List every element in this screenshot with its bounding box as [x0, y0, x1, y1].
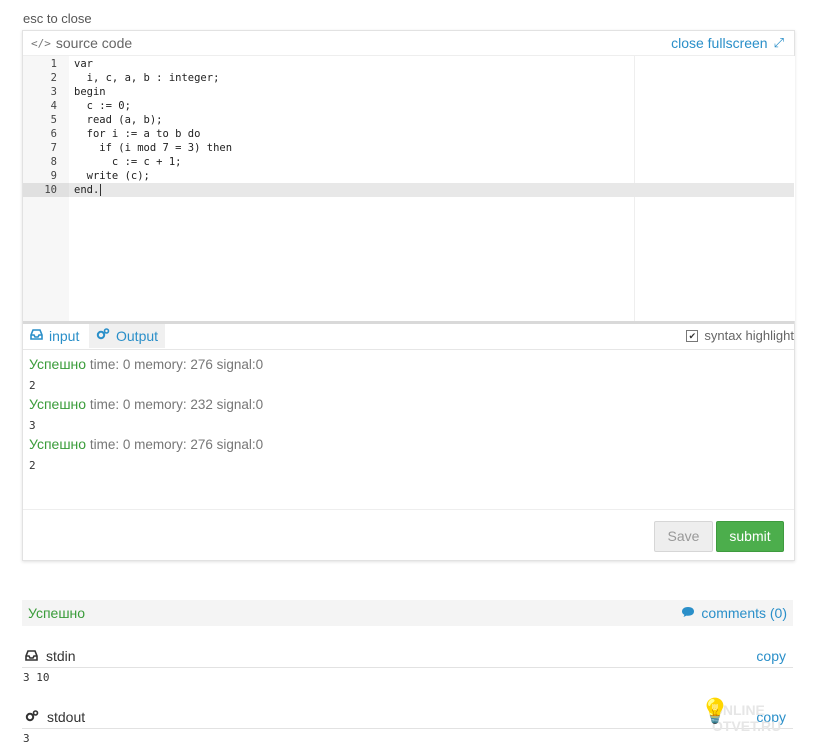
source-code-label: </> source code — [31, 35, 132, 51]
inbox-icon — [30, 324, 43, 348]
stdin-title: stdin — [25, 648, 76, 664]
code-text[interactable]: c := c + 1; — [74, 155, 182, 169]
code-text[interactable]: i, c, a, b : integer; — [74, 71, 220, 85]
source-code-text: source code — [55, 35, 133, 51]
watermark-logo: 💡 ONLINE OTVET.RU — [700, 700, 781, 735]
code-text[interactable]: if (i mod 7 = 3) then — [74, 141, 232, 155]
code-text[interactable]: c := 0; — [74, 99, 131, 113]
code-icon: </> — [31, 36, 51, 50]
line-number: 4 — [50, 100, 57, 112]
result-status: Успешно — [29, 436, 87, 452]
code-text[interactable]: var — [74, 57, 93, 71]
tab-output-label: Output — [116, 328, 159, 344]
line-number: 8 — [50, 156, 57, 168]
line-number: 7 — [50, 142, 57, 154]
result-status: Успешно — [29, 396, 87, 412]
result-meta: time: 0 memory: 276 signal:0 — [86, 437, 264, 452]
line-number: 9 — [50, 170, 57, 182]
code-line[interactable]: 8 c := c + 1; — [23, 155, 794, 169]
result-meta: time: 0 memory: 276 signal:0 — [86, 357, 264, 372]
line-number: 1 — [50, 58, 57, 70]
code-line[interactable]: 3 begin — [23, 85, 794, 99]
result-status: Успешно — [29, 356, 87, 372]
line-number: 6 — [50, 128, 57, 140]
code-line[interactable]: 4 c := 0; — [23, 99, 794, 113]
stdin-header: stdin copy — [22, 647, 793, 668]
code-text[interactable]: begin — [74, 85, 106, 99]
text-cursor — [100, 184, 102, 196]
comments-link[interactable]: comments (0) — [681, 605, 787, 621]
code-text[interactable]: read (a, b); — [74, 113, 163, 127]
code-editor[interactable]: 1 var 2 i, c, a, b : integer; 3 begin 4 c := … — [23, 56, 795, 321]
close-fullscreen-link[interactable]: close fullscreen ⤢ — [671, 35, 784, 51]
result-value: 2 — [29, 379, 36, 392]
code-line[interactable]: 5 read (a, b); — [23, 113, 794, 127]
inbox-icon — [25, 648, 38, 664]
code-line[interactable]: 9 write (c); — [23, 169, 794, 183]
gears-icon — [96, 324, 110, 348]
line-number: 2 — [50, 72, 57, 84]
line-number: 5 — [50, 114, 57, 126]
stdout-value: 3 — [23, 732, 30, 745]
result-bar: Успешно comments (0) — [22, 600, 793, 626]
gears-icon — [25, 709, 39, 725]
comments-text: comments (0) — [701, 605, 787, 621]
syntax-highlight-toggle[interactable]: ✔ syntax highlight — [686, 328, 794, 343]
result-status-line: Успешно time: 0 memory: 276 signal:0 — [29, 436, 263, 452]
line-number: 10 — [23, 183, 69, 197]
code-line[interactable]: 6 for i := a to b do — [23, 127, 794, 141]
code-text[interactable]: for i := a to b do — [74, 127, 201, 141]
tab-input[interactable]: input — [23, 324, 86, 348]
syntax-highlight-label: syntax highlight — [704, 328, 794, 343]
stdin-value: 3 10 — [23, 671, 50, 684]
code-line[interactable]: 10 end. — [23, 183, 794, 197]
result-status-line: Успешно time: 0 memory: 232 signal:0 — [29, 396, 263, 412]
code-text[interactable]: write (c); — [74, 169, 150, 183]
tab-input-label: input — [49, 328, 80, 344]
result-value: 3 — [29, 419, 36, 432]
panel-header: </> source code close fullscreen ⤢ — [23, 31, 794, 56]
result-value: 2 — [29, 459, 36, 472]
tab-output[interactable]: Output — [89, 324, 166, 348]
line-number: 3 — [50, 86, 57, 98]
result-meta: time: 0 memory: 232 signal:0 — [86, 397, 264, 412]
io-tabs: input Output ✔ syntax highlight — [23, 324, 794, 350]
submit-button[interactable]: submit — [716, 521, 784, 552]
syntax-highlight-checkbox[interactable]: ✔ — [686, 329, 699, 342]
result-status-line: Успешно time: 0 memory: 276 signal:0 — [29, 356, 263, 372]
esc-to-close-hint: esc to close — [23, 11, 92, 26]
stdout-title: stdout — [25, 709, 85, 725]
save-button[interactable]: Save — [654, 521, 713, 552]
action-bar: Save submit — [23, 509, 794, 561]
lightbulb-icon: 💡 — [700, 698, 730, 725]
stdin-copy-link[interactable]: copy — [756, 648, 786, 664]
code-text[interactable]: end. — [74, 183, 102, 197]
fullscreen-icon: ⤢ — [773, 35, 784, 50]
output-area: Успешно time: 0 memory: 276 signal:0 2 У… — [23, 350, 794, 508]
close-fullscreen-text: close fullscreen — [671, 35, 768, 51]
stdin-label: stdin — [46, 648, 76, 664]
code-line[interactable]: 1 var — [23, 57, 794, 71]
comment-icon — [681, 605, 695, 621]
stdout-label: stdout — [47, 709, 86, 725]
code-line[interactable]: 2 i, c, a, b : integer; — [23, 71, 794, 85]
result-bar-status: Успешно — [28, 605, 86, 621]
stdout-header: stdout copy — [22, 708, 793, 729]
code-panel: </> source code close fullscreen ⤢ 1 var 2… — [22, 30, 795, 561]
code-line[interactable]: 7 if (i mod 7 = 3) then — [23, 141, 794, 155]
